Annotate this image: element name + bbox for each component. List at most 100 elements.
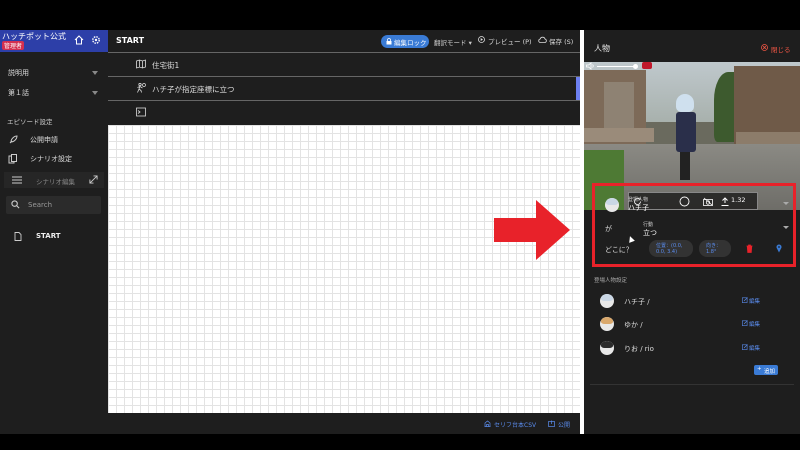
position-chip[interactable]: 位置：(0.0, 0.0, 3.4) — [649, 240, 693, 257]
app-window: ハッチポット公式 管理者 説明用 第１話 エピソード設定 公開申請 シナリオ設定… — [0, 0, 800, 450]
step-row-location[interactable]: 住宅街1 — [108, 52, 580, 76]
trash-icon[interactable] — [746, 244, 753, 253]
step-row-command[interactable] — [108, 100, 580, 124]
chevron-down-icon — [92, 91, 98, 95]
scene-fence — [736, 132, 800, 144]
direction-line-2: 1.8° — [706, 249, 717, 255]
episode-select[interactable]: 第１話 — [8, 88, 98, 102]
building-icon — [484, 420, 491, 427]
map-pin-icon[interactable] — [776, 244, 782, 253]
particle-label: が — [605, 225, 612, 233]
scene-building — [604, 82, 634, 132]
edit-lock-button[interactable]: 編集ロック — [381, 35, 429, 48]
action-editor: 登場人物 ハチ子 が 行動 立つ どこに？ 位置：(0.0, 0.0, 3.4)… — [592, 183, 796, 267]
sidebar-item-scenario-settings[interactable]: シナリオ設定 — [8, 153, 103, 167]
cast-name: ハチ子 / — [624, 298, 650, 306]
position-line-2: 0.0, 3.4) — [656, 249, 678, 255]
cast-select[interactable]: ハチ子 — [628, 203, 649, 213]
annotation-arrow-icon — [494, 200, 570, 260]
edit-label: 編集 — [749, 346, 761, 352]
sidebar-item-label: 公開申請 — [30, 136, 58, 144]
file-icon — [14, 232, 22, 241]
cast-row-rio: りお / rio 編集 — [600, 339, 776, 357]
action-select[interactable]: 立つ — [643, 228, 657, 238]
edit-label: 編集 — [749, 322, 761, 328]
scenario-edit-label: シナリオ編集 — [36, 178, 75, 186]
export-icon — [548, 420, 555, 427]
character-avatar — [600, 341, 614, 355]
character-avatar — [605, 198, 619, 212]
plus-icon: + — [757, 366, 762, 372]
save-label: 保存 (S) — [549, 38, 574, 46]
search-box[interactable] — [6, 196, 101, 214]
close-icon — [761, 44, 768, 51]
where-label: どこに？ — [605, 246, 633, 254]
map-icon — [136, 59, 146, 69]
walk-icon — [137, 83, 146, 93]
scenario-edit-item[interactable]: シナリオ編集 — [4, 172, 104, 188]
copy-icon — [8, 154, 17, 164]
volume-icon[interactable] — [586, 62, 595, 70]
sidebar-item-publish-request[interactable]: 公開申請 — [8, 134, 103, 148]
search-input[interactable] — [28, 199, 96, 211]
divider — [590, 384, 794, 385]
character-model-hair — [676, 94, 694, 112]
direction-line-1: 向き： — [706, 243, 722, 249]
translate-mode-select[interactable]: 翻訳モード ▾ — [434, 37, 472, 47]
main-header: START 編集ロック 翻訳モード ▾ プレビュー (P) 保存 (S) — [108, 30, 580, 52]
step-row-stand[interactable]: ハチ子が指定座標に立つ — [108, 76, 580, 101]
chevron-down-icon[interactable] — [783, 202, 789, 205]
volume-slider-handle[interactable] — [633, 64, 638, 69]
chevron-down-icon — [92, 71, 98, 75]
edit-lock-label: 編集ロック — [394, 39, 427, 47]
cast-settings-label: 登場人物設定 — [594, 278, 628, 284]
episode-settings-label: エピソード設定 — [7, 118, 53, 126]
cast-name: ゆか / — [624, 321, 643, 329]
step-label: 住宅街1 — [152, 61, 180, 70]
direction-chip[interactable]: 向き： 1.8° — [699, 240, 731, 257]
cast-row-hachiko: ハチ子 / 編集 — [600, 292, 776, 310]
character-model-body — [676, 112, 696, 152]
gear-icon[interactable] — [91, 35, 101, 45]
add-label: 追加 — [764, 369, 776, 375]
character-model-legs — [680, 152, 690, 180]
search-icon — [11, 200, 20, 209]
close-label: 閉じる — [771, 46, 791, 54]
character-avatar — [600, 317, 614, 331]
home-icon[interactable] — [74, 35, 84, 45]
action-field-label: 行動 — [643, 222, 654, 228]
edit-icon — [742, 297, 748, 303]
volume-slider-track[interactable] — [597, 66, 635, 67]
record-icon[interactable] — [642, 62, 652, 69]
script-csv-label: セリフ台本CSV — [494, 422, 537, 429]
cast-name: りお / rio — [624, 345, 654, 353]
list-icon — [12, 176, 22, 184]
canvas-grid[interactable] — [108, 125, 580, 413]
edit-icon — [742, 320, 748, 326]
character-avatar — [600, 294, 614, 308]
mouse-cursor — [627, 235, 635, 243]
step-list: 住宅街1 ハチ子が指定座標に立つ — [108, 52, 580, 125]
volume-control[interactable] — [584, 60, 654, 70]
add-cast-button[interactable]: + 追加 — [754, 365, 778, 375]
expand-icon[interactable] — [89, 175, 98, 184]
chevron-down-icon[interactable] — [783, 226, 789, 229]
play-circle-icon — [478, 36, 485, 43]
cloud-upload-icon — [538, 36, 547, 43]
sidebar: ハッチポット公式 管理者 説明用 第１話 エピソード設定 公開申請 シナリオ設定… — [0, 30, 108, 434]
rocket-icon — [9, 135, 18, 144]
edit-icon — [742, 344, 748, 350]
main-footer: セリフ台本CSV 公開 — [108, 413, 580, 434]
admin-badge: 管理者 — [2, 41, 25, 50]
cast-row-yuka: ゆか / 編集 — [600, 315, 776, 333]
cast-field-label: 登場人物 — [628, 197, 649, 203]
episode-select-value: 第１話 — [8, 89, 29, 97]
lock-icon — [386, 38, 392, 45]
category-select[interactable]: 説明用 — [8, 68, 98, 82]
terminal-icon — [136, 107, 146, 117]
sidebar-item-label: シナリオ設定 — [30, 155, 72, 163]
preview-label: プレビュー (P) — [488, 38, 532, 46]
tree-item-label: START — [36, 232, 61, 240]
character-panel: 人物 閉じる 1.32 登場人物 ハチ子 が 行動 立つ どこに？ 位置：(0.… — [584, 30, 800, 434]
category-select-value: 説明用 — [8, 69, 29, 77]
